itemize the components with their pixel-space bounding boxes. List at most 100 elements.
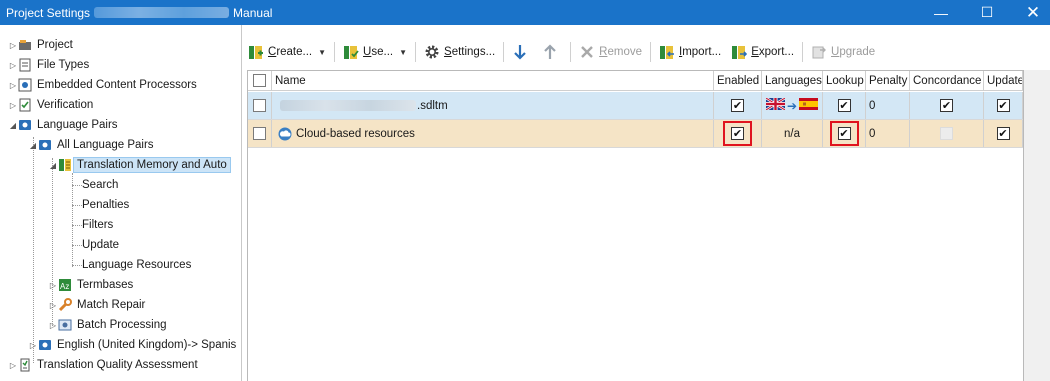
expand-arrow-icon[interactable]: ▷ (8, 361, 18, 370)
move-down-button[interactable] (507, 39, 537, 65)
close-button[interactable]: ✕ (1010, 0, 1050, 25)
languages-cell: ➔ (762, 92, 823, 119)
tree-item-filters[interactable]: Filters (82, 215, 113, 235)
create-tm-icon (248, 44, 264, 60)
update-checkbox[interactable]: ✔ (996, 99, 1010, 112)
tree-item-all-language-pairs[interactable]: ◢ All Language Pairs (28, 135, 154, 155)
gear-icon (424, 44, 440, 60)
language-pairs-icon (38, 338, 52, 352)
tree-item-label: File Types (37, 59, 90, 71)
create-button[interactable]: Create... ▼ (243, 39, 331, 65)
tm-name-extension: .sdltm (417, 99, 448, 112)
column-header-name[interactable]: Name (272, 71, 714, 90)
tree-item-project[interactable]: ▷ Project (8, 35, 73, 55)
column-header-languages[interactable]: Languages (762, 71, 823, 90)
lookup-checkbox[interactable]: ✔ (837, 99, 851, 112)
row-select-checkbox[interactable] (253, 99, 266, 112)
row-select-checkbox[interactable] (253, 127, 266, 140)
use-tm-icon (343, 44, 359, 60)
arrow-down-icon (512, 44, 528, 60)
table-row[interactable]: Cloud-based resources ✔ n/a ✔ 0 ✔ (248, 120, 1023, 148)
tree-item-update[interactable]: Update (82, 235, 119, 255)
collapse-arrow-icon[interactable]: ◢ (48, 161, 58, 170)
tree-item-label: Penalties (82, 199, 130, 211)
settings-label: Settings... (444, 46, 496, 58)
remove-button[interactable]: Remove (574, 39, 647, 65)
tm-name-cell: Cloud-based resources (272, 120, 714, 147)
embedded-content-icon (18, 78, 32, 92)
tree-item-language-pairs[interactable]: ◢ Language Pairs (8, 115, 118, 135)
tm-toolbar: Create... ▼ Use... ▼ Settings... Remove (243, 37, 880, 67)
expand-arrow-icon[interactable]: ▷ (8, 41, 18, 50)
window-title-prefix: Project Settings (6, 5, 91, 20)
column-header-lookup[interactable]: Lookup (823, 71, 866, 90)
enabled-checkbox[interactable]: ✔ (731, 99, 744, 112)
settings-button[interactable]: Settings... (419, 39, 500, 65)
arrow-right-icon: ➔ (786, 98, 798, 113)
upgrade-button[interactable]: Upgrade (806, 39, 880, 65)
project-name-blurred (94, 7, 230, 18)
tree-item-language-resources[interactable]: Language Resources (82, 255, 191, 275)
tm-name-cell: .sdltm (272, 92, 714, 119)
move-up-button[interactable] (537, 39, 567, 65)
column-header-update[interactable]: Update (984, 71, 1023, 90)
update-checkbox[interactable]: ✔ (996, 127, 1010, 140)
tree-item-label: Filters (82, 219, 114, 231)
column-header-penalty[interactable]: Penalty (866, 71, 910, 90)
remove-label: Remove (599, 46, 642, 58)
tree-item-tqa[interactable]: ▷ Translation Quality Assessment (8, 355, 198, 375)
language-pairs-icon (18, 118, 32, 132)
tree-item-file-types[interactable]: ▷ File Types (8, 55, 89, 75)
select-all-checkbox[interactable] (253, 74, 266, 87)
verification-icon (18, 98, 32, 112)
expand-arrow-icon[interactable]: ▷ (8, 101, 18, 110)
tree-item-embedded-content[interactable]: ▷ Embedded Content Processors (8, 75, 197, 95)
column-header-concordance[interactable]: Concordance (910, 71, 984, 90)
concordance-checkbox[interactable]: ✔ (940, 99, 953, 112)
use-label: Use... (363, 46, 394, 58)
cloud-icon (277, 127, 293, 141)
tree-item-label: Project (37, 39, 73, 51)
table-row[interactable]: .sdltm ✔ ➔ ✔ 0 ✔ ✔ (248, 92, 1023, 120)
expand-arrow-icon[interactable]: ▷ (48, 301, 58, 310)
expand-arrow-icon[interactable]: ▷ (28, 341, 38, 350)
enabled-checkbox[interactable]: ✔ (731, 127, 744, 140)
minimize-button[interactable]: — (918, 0, 964, 25)
tree-item-label: English (United Kingdom)-> Spanis (57, 339, 237, 351)
use-button[interactable]: Use... ▼ (338, 39, 412, 65)
tree-item-penalties[interactable]: Penalties (82, 195, 129, 215)
expand-arrow-icon[interactable]: ▷ (48, 281, 58, 290)
maximize-button[interactable]: ☐ (964, 0, 1010, 25)
tree-item-verification[interactable]: ▷ Verification (8, 95, 93, 115)
select-all-column[interactable] (248, 71, 272, 90)
tree-item-label: Embedded Content Processors (37, 79, 197, 91)
toolbar-separator (650, 42, 651, 62)
penalty-cell[interactable]: 0 (866, 120, 910, 147)
tree-item-english-uk-spanish[interactable]: ▷ English (United Kingdom)-> Spanis (28, 335, 236, 355)
expand-arrow-icon[interactable]: ▷ (8, 81, 18, 90)
import-tm-icon (659, 44, 675, 60)
tree-item-match-repair[interactable]: ▷ Match Repair (48, 295, 145, 315)
export-button[interactable]: Export... (726, 39, 799, 65)
dropdown-arrow-icon[interactable]: ▼ (318, 48, 326, 57)
tree-item-termbases[interactable]: ▷ Az Termbases (48, 275, 133, 295)
upgrade-label: Upgrade (831, 46, 876, 58)
expand-arrow-icon[interactable]: ▷ (8, 61, 18, 70)
toolbar-separator (415, 42, 417, 62)
penalty-cell[interactable]: 0 (866, 92, 910, 119)
tree-item-translation-memory[interactable]: ◢ Translation Memory and Auto (48, 155, 231, 175)
collapse-arrow-icon[interactable]: ◢ (28, 141, 38, 150)
tree-item-label: Translation Memory and Auto (73, 157, 231, 173)
concordance-checkbox (940, 127, 953, 140)
termbase-icon: Az (58, 278, 72, 292)
expand-arrow-icon[interactable]: ▷ (48, 321, 58, 330)
tree-item-batch-processing[interactable]: ▷ Batch Processing (48, 315, 167, 335)
tree-item-search[interactable]: Search (82, 175, 118, 195)
wrench-icon (58, 298, 72, 312)
right-margin (1024, 70, 1050, 381)
column-header-enabled[interactable]: Enabled (714, 71, 762, 90)
collapse-arrow-icon[interactable]: ◢ (8, 121, 18, 130)
dropdown-arrow-icon[interactable]: ▼ (399, 48, 407, 57)
import-button[interactable]: Import... (654, 39, 726, 65)
lookup-checkbox[interactable]: ✔ (837, 127, 851, 140)
